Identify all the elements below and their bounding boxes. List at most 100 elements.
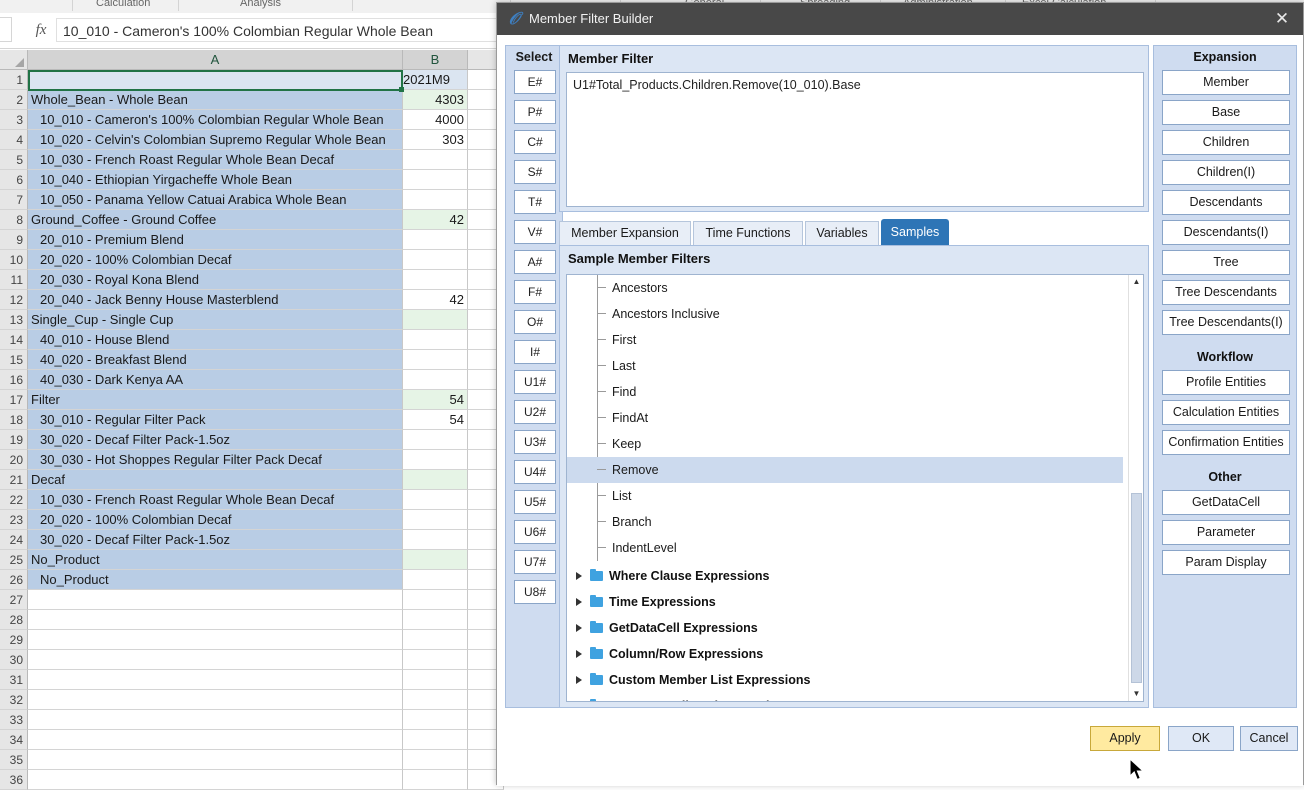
row-header[interactable]: 17 xyxy=(0,390,28,410)
cell-b19[interactable] xyxy=(403,430,468,450)
tab-samples[interactable]: Samples xyxy=(881,219,949,245)
row-header[interactable]: 12 xyxy=(0,290,28,310)
row-header[interactable]: 33 xyxy=(0,710,28,730)
scroll-down-arrow-icon[interactable]: ▼ xyxy=(1129,687,1144,701)
row-header[interactable]: 28 xyxy=(0,610,28,630)
row-header[interactable]: 2 xyxy=(0,90,28,110)
cell-b15[interactable] xyxy=(403,350,468,370)
cell-b5[interactable] xyxy=(403,150,468,170)
cell-a5[interactable]: 10_030 - French Roast Regular Whole Bean… xyxy=(28,150,403,170)
row-header[interactable]: 24 xyxy=(0,530,28,550)
cell-a17[interactable]: Filter xyxy=(28,390,403,410)
cell-b18[interactable]: 54 xyxy=(403,410,468,430)
row-header[interactable]: 25 xyxy=(0,550,28,570)
folder-where-clause-expressions[interactable]: Where Clause Expressions xyxy=(567,563,1123,589)
chevron-right-icon[interactable] xyxy=(576,624,582,632)
cell-b27[interactable] xyxy=(403,590,468,610)
cell-a13[interactable]: Single_Cup - Single Cup xyxy=(28,310,403,330)
button-confirmation-entities[interactable]: Confirmation Entities xyxy=(1162,430,1290,455)
sample-item-indentlevel[interactable]: IndentLevel xyxy=(567,535,1123,561)
cell-b24[interactable] xyxy=(403,530,468,550)
button-member[interactable]: Member xyxy=(1162,70,1290,95)
row-header[interactable]: 8 xyxy=(0,210,28,230)
cell-b3[interactable]: 4000 xyxy=(403,110,468,130)
select-button-u5[interactable]: U5# xyxy=(514,490,556,514)
chevron-right-icon[interactable] xyxy=(576,598,582,606)
cell-a4[interactable]: 10_020 - Celvin's Colombian Supremo Regu… xyxy=(28,130,403,150)
select-all-corner[interactable] xyxy=(0,50,28,70)
select-button-u2[interactable]: U2# xyxy=(514,400,556,424)
cell-b25[interactable] xyxy=(403,550,468,570)
sample-item-first[interactable]: First xyxy=(567,327,1123,353)
cell-b12[interactable]: 42 xyxy=(403,290,468,310)
cell-b10[interactable] xyxy=(403,250,468,270)
cell-a25[interactable]: No_Product xyxy=(28,550,403,570)
cell-b21[interactable] xyxy=(403,470,468,490)
select-button-c[interactable]: C# xyxy=(514,130,556,154)
cancel-button[interactable]: Cancel xyxy=(1240,726,1298,751)
row-header[interactable]: 10 xyxy=(0,250,28,270)
row-header[interactable]: 16 xyxy=(0,370,28,390)
cell-a15[interactable]: 40_020 - Breakfast Blend xyxy=(28,350,403,370)
tab-member-expansion[interactable]: Member Expansion xyxy=(559,221,691,245)
cell-a29[interactable] xyxy=(28,630,403,650)
select-button-a[interactable]: A# xyxy=(514,250,556,274)
row-header[interactable]: 34 xyxy=(0,730,28,750)
folder-column-row-expressions[interactable]: Column/Row Expressions xyxy=(567,641,1123,667)
row-header[interactable]: 36 xyxy=(0,770,28,790)
tree-vertical-scrollbar[interactable]: ▲ ▼ xyxy=(1128,275,1143,701)
sample-item-findat[interactable]: FindAt xyxy=(567,405,1123,431)
select-button-f[interactable]: F# xyxy=(514,280,556,304)
cell-b9[interactable] xyxy=(403,230,468,250)
chevron-right-icon[interactable] xyxy=(576,572,582,580)
button-children[interactable]: Children xyxy=(1162,130,1290,155)
cell-a16[interactable]: 40_030 - Dark Kenya AA xyxy=(28,370,403,390)
button-calculation-entities[interactable]: Calculation Entities xyxy=(1162,400,1290,425)
row-header[interactable]: 20 xyxy=(0,450,28,470)
select-button-p[interactable]: P# xyxy=(514,100,556,124)
sample-item-remove[interactable]: Remove xyxy=(567,457,1123,483)
row-header[interactable]: 15 xyxy=(0,350,28,370)
row-header[interactable]: 29 xyxy=(0,630,28,650)
cell-a18[interactable]: 30_010 - Regular Filter Pack xyxy=(28,410,403,430)
cell-a10[interactable]: 20_020 - 100% Colombian Decaf xyxy=(28,250,403,270)
button-parameter[interactable]: Parameter xyxy=(1162,520,1290,545)
fill-handle[interactable] xyxy=(399,87,404,92)
cell-b36[interactable] xyxy=(403,770,468,790)
cell-b23[interactable] xyxy=(403,510,468,530)
cell-b33[interactable] xyxy=(403,710,468,730)
cell-a31[interactable] xyxy=(28,670,403,690)
cell-a34[interactable] xyxy=(28,730,403,750)
row-header[interactable]: 19 xyxy=(0,430,28,450)
scrollbar-thumb[interactable] xyxy=(1131,493,1142,683)
cell-a20[interactable]: 30_030 - Hot Shoppes Regular Filter Pack… xyxy=(28,450,403,470)
select-button-t[interactable]: T# xyxy=(514,190,556,214)
cell-b35[interactable] xyxy=(403,750,468,770)
cell-a27[interactable] xyxy=(28,590,403,610)
cell-b20[interactable] xyxy=(403,450,468,470)
cell-b13[interactable] xyxy=(403,310,468,330)
row-header[interactable]: 6 xyxy=(0,170,28,190)
button-tree-descendants[interactable]: Tree Descendants xyxy=(1162,280,1290,305)
folder-custom-member-list-expressions[interactable]: Custom Member List Expressions xyxy=(567,667,1123,693)
cell-a36[interactable] xyxy=(28,770,403,790)
select-button-o[interactable]: O# xyxy=(514,310,556,334)
cell-a8[interactable]: Ground_Coffee - Ground Coffee xyxy=(28,210,403,230)
select-button-s[interactable]: S# xyxy=(514,160,556,184)
folder-time-expressions[interactable]: Time Expressions xyxy=(567,589,1123,615)
tab-variables[interactable]: Variables xyxy=(805,221,879,245)
cell-a3[interactable]: 10_010 - Cameron's 100% Colombian Regula… xyxy=(28,110,403,130)
row-header[interactable]: 31 xyxy=(0,670,28,690)
cell-a11[interactable]: 20_030 - Royal Kona Blend xyxy=(28,270,403,290)
close-icon[interactable]: ✕ xyxy=(1269,7,1295,31)
cell-a7[interactable]: 10_050 - Panama Yellow Catuai Arabica Wh… xyxy=(28,190,403,210)
row-header[interactable]: 26 xyxy=(0,570,28,590)
cell-b1[interactable]: 2021M9 xyxy=(403,70,468,90)
chevron-right-icon[interactable] xyxy=(576,676,582,684)
cell-a14[interactable]: 40_010 - House Blend xyxy=(28,330,403,350)
cell-b2[interactable]: 4303 xyxy=(403,90,468,110)
row-header[interactable]: 5 xyxy=(0,150,28,170)
cell-b26[interactable] xyxy=(403,570,468,590)
cell-a30[interactable] xyxy=(28,650,403,670)
ribbon-group-calculation[interactable]: Calculation xyxy=(96,0,150,9)
